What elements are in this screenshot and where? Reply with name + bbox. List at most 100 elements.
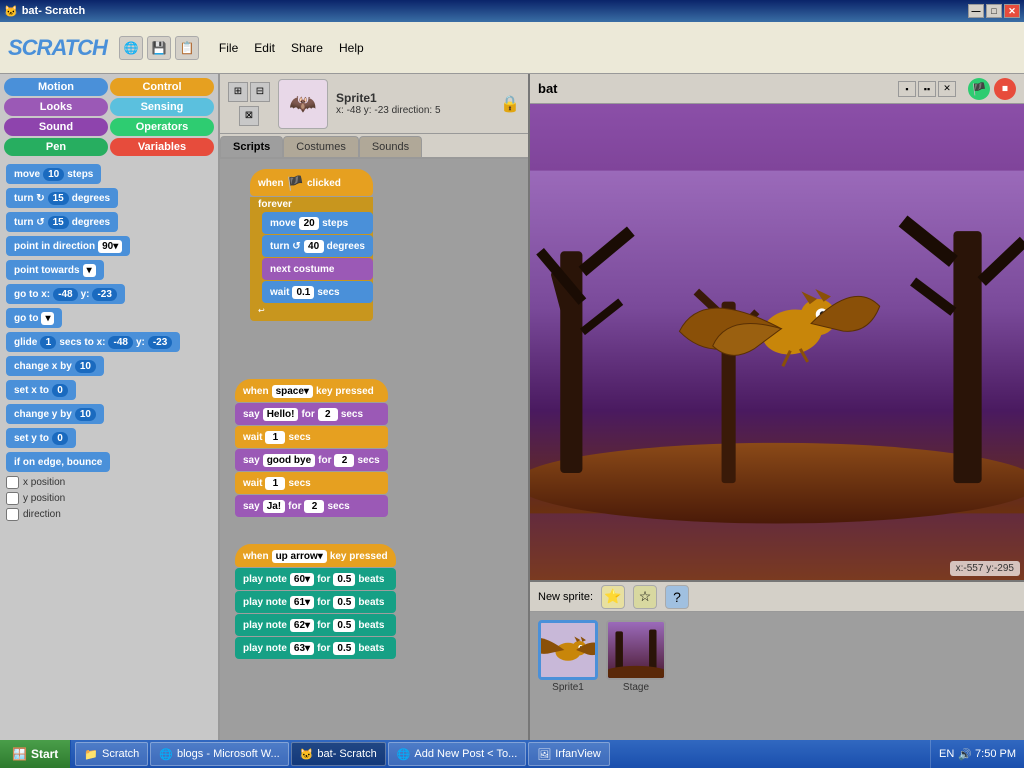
forever-block[interactable]: forever move 20 steps turn ↺ 40 degrees … (250, 197, 373, 321)
block-point-direction-label[interactable]: point in direction 90▾ (6, 236, 130, 256)
note-60-dropdown[interactable]: 60▾ (290, 573, 314, 586)
menu-share[interactable]: Share (283, 37, 331, 59)
when-uparrow-block[interactable]: when up arrow▾ key pressed (235, 544, 396, 567)
block-y-position-check[interactable]: y position (6, 492, 212, 505)
block-change-x[interactable]: change x by 10 (6, 356, 212, 376)
play-note-61-block[interactable]: play note 61▾ for 0.5 beats (235, 591, 396, 613)
block-glide[interactable]: glide 1 secs to x: -48 y: -23 (6, 332, 212, 352)
block-move[interactable]: move 10 steps (6, 164, 212, 184)
say-hello-block[interactable]: say Hello! for 2 secs (235, 403, 388, 425)
block-turn-cw-label[interactable]: turn ↻ 15 degrees (6, 188, 118, 208)
block-move-label[interactable]: move 10 steps (6, 164, 101, 184)
block-go-to-xy-label[interactable]: go to x: -48 y: -23 (6, 284, 125, 304)
wait-01-block[interactable]: wait 0.1 secs (262, 281, 373, 303)
say-goodbye-value[interactable]: good bye (263, 454, 315, 467)
window-controls[interactable]: — □ ✕ (968, 4, 1020, 18)
taskbar-bat-scratch[interactable]: 🐱 bat- Scratch (291, 742, 386, 766)
wait-1b-block[interactable]: wait 1 secs (235, 472, 388, 494)
note-62-beats[interactable]: 0.5 (333, 619, 355, 632)
note-61-beats[interactable]: 0.5 (333, 596, 355, 609)
category-pen[interactable]: Pen (4, 138, 108, 156)
block-go-y-value[interactable]: -23 (92, 288, 116, 301)
block-x-position-check[interactable]: x position (6, 476, 212, 489)
category-sensing[interactable]: Sensing (110, 98, 214, 116)
taskbar-scratch[interactable]: 📁 Scratch (75, 742, 148, 766)
block-turn-cw[interactable]: turn ↻ 15 degrees (6, 188, 212, 208)
block-change-y[interactable]: change y by 10 (6, 404, 212, 424)
say-goodbye-block[interactable]: say good bye for 2 secs (235, 449, 388, 471)
share-icon[interactable]: 📋 (175, 36, 199, 60)
uparrow-dropdown[interactable]: up arrow▾ (272, 550, 327, 563)
stage-split-btn[interactable]: ▪▪ (918, 81, 936, 97)
save-icon[interactable]: 💾 (147, 36, 171, 60)
block-glide-x[interactable]: -48 (108, 336, 132, 349)
sprite-1-thumbnail[interactable] (538, 620, 598, 680)
category-operators[interactable]: Operators (110, 118, 214, 136)
block-set-x-value[interactable]: 0 (52, 384, 68, 397)
wait-1b-value[interactable]: 1 (265, 477, 285, 490)
block-set-y-label[interactable]: set y to 0 (6, 428, 76, 448)
play-note-63-block[interactable]: play note 63▾ for 0.5 beats (235, 637, 396, 659)
say-hello-secs[interactable]: 2 (318, 408, 338, 421)
block-go-to-xy[interactable]: go to x: -48 y: -23 (6, 284, 212, 304)
add-sprite-star-btn[interactable]: ☆ (633, 585, 657, 609)
say-ja-secs[interactable]: 2 (304, 500, 324, 513)
note-63-beats[interactable]: 0.5 (333, 642, 355, 655)
stage-collapse-btn[interactable]: ✕ (938, 81, 956, 97)
block-edge-bounce[interactable]: if on edge, bounce (6, 452, 212, 472)
menu-file[interactable]: File (211, 37, 246, 59)
block-move-value[interactable]: 10 (43, 168, 64, 181)
say-goodbye-secs[interactable]: 2 (334, 454, 354, 467)
expand-icon[interactable]: ⊞ (228, 82, 248, 102)
block-turn-ccw-label[interactable]: turn ↺ 15 degrees (6, 212, 118, 232)
say-hello-value[interactable]: Hello! (263, 408, 299, 421)
wait-value[interactable]: 0.1 (292, 286, 314, 299)
note-63-dropdown[interactable]: 63▾ (290, 642, 314, 655)
block-glide-secs[interactable]: 1 (40, 336, 56, 349)
tab-costumes[interactable]: Costumes (283, 136, 359, 157)
block-glide-label[interactable]: glide 1 secs to x: -48 y: -23 (6, 332, 180, 352)
move-20-block[interactable]: move 20 steps (262, 212, 373, 234)
block-set-x-label[interactable]: set x to 0 (6, 380, 76, 400)
taskbar-addnewpost[interactable]: 🌐 Add New Post < To... (388, 742, 527, 766)
move-steps-value[interactable]: 20 (299, 217, 319, 230)
tab-scripts[interactable]: Scripts (220, 136, 283, 157)
add-sprite-paint-btn[interactable]: ⭐ (601, 585, 625, 609)
block-turn-ccw[interactable]: turn ↺ 15 degrees (6, 212, 212, 232)
sprite-item-1[interactable]: Sprite1 (538, 620, 598, 693)
stage-expand-btn[interactable]: ▪ (898, 81, 916, 97)
category-sound[interactable]: Sound (4, 118, 108, 136)
taskbar-irfanview[interactable]: 🖼 IrfanView (528, 742, 610, 766)
category-looks[interactable]: Looks (4, 98, 108, 116)
block-direction-check[interactable]: direction (6, 508, 212, 521)
block-go-to[interactable]: go to ▾ (6, 308, 212, 328)
scripts-area[interactable]: when 🏴 clicked forever move 20 steps tur… (220, 159, 528, 740)
tab-sounds[interactable]: Sounds (359, 136, 422, 157)
x-position-checkbox[interactable] (6, 476, 19, 489)
block-set-x[interactable]: set x to 0 (6, 380, 212, 400)
block-point-towards[interactable]: point towards ▾ (6, 260, 212, 280)
block-glide-y[interactable]: -23 (148, 336, 172, 349)
y-position-checkbox[interactable] (6, 492, 19, 505)
maximize-button[interactable]: □ (986, 4, 1002, 18)
green-flag-button[interactable]: 🏴 (968, 78, 990, 100)
say-ja-value[interactable]: Ja! (263, 500, 285, 513)
note-60-beats[interactable]: 0.5 (333, 573, 355, 586)
turn-degrees-value[interactable]: 40 (304, 240, 324, 253)
collapse-icon[interactable]: ⊟ (250, 82, 270, 102)
key-dropdown[interactable]: space▾ (272, 385, 313, 398)
block-change-y-value[interactable]: 10 (75, 408, 96, 421)
block-go-to-dropdown[interactable]: ▾ (41, 312, 54, 325)
say-ja-block[interactable]: say Ja! for 2 secs (235, 495, 388, 517)
play-note-60-block[interactable]: play note 60▾ for 0.5 beats (235, 568, 396, 590)
globe-icon[interactable]: 🌐 (119, 36, 143, 60)
block-turn-ccw-value[interactable]: 15 (48, 216, 69, 229)
menu-edit[interactable]: Edit (246, 37, 283, 59)
block-set-y[interactable]: set y to 0 (6, 428, 212, 448)
block-change-x-label[interactable]: change x by 10 (6, 356, 104, 376)
next-costume-block[interactable]: next costume (262, 258, 373, 280)
wait-1-value[interactable]: 1 (265, 431, 285, 444)
block-point-towards-dropdown[interactable]: ▾ (83, 264, 96, 277)
block-edge-bounce-label[interactable]: if on edge, bounce (6, 452, 110, 472)
wait-1-block[interactable]: wait 1 secs (235, 426, 388, 448)
